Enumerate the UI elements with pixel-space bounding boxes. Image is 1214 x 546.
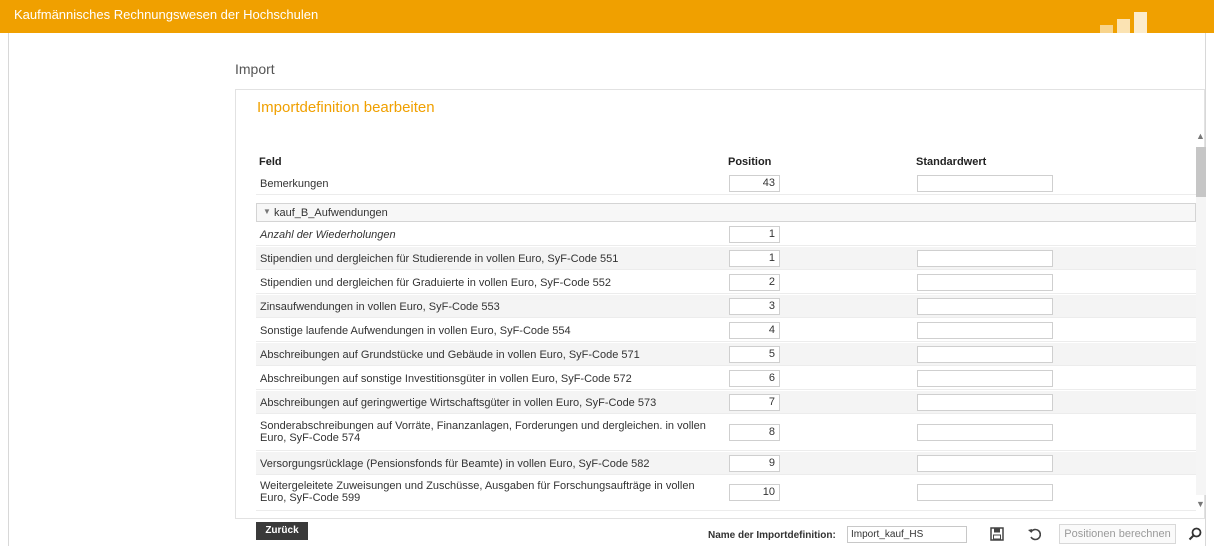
- row-label: Bemerkungen: [260, 178, 329, 190]
- position-input[interactable]: 8: [729, 424, 780, 441]
- import-name-label: Name der Importdefinition:: [708, 530, 836, 541]
- table-row: Abschreibungen auf Grundstücke und Gebäu…: [256, 343, 1196, 366]
- position-input[interactable]: 3: [729, 298, 780, 315]
- table-row: Weitergeleitete Zuweisungen und Zuschüss…: [256, 476, 1196, 511]
- default-value-input[interactable]: [917, 298, 1053, 315]
- position-input[interactable]: 5: [729, 346, 780, 363]
- default-value-input[interactable]: [917, 175, 1053, 192]
- position-input[interactable]: 1: [729, 226, 780, 243]
- calculate-positions-button[interactable]: Positionen berechnen: [1059, 524, 1176, 544]
- group-toggle[interactable]: ▼ kauf_B_Aufwendungen: [256, 203, 1196, 222]
- logo-icon: [1100, 12, 1160, 33]
- breadcrumb: Import: [235, 61, 275, 77]
- table-row: Stipendien und dergleichen für Graduiert…: [256, 271, 1196, 294]
- vertical-scrollbar[interactable]: ▲ ▼: [1196, 131, 1206, 509]
- field-grid: Feld Position Standardwert Bemerkungen 4…: [255, 153, 1197, 511]
- caret-down-icon: ▼: [263, 207, 271, 216]
- row-label: Sonstige laufende Aufwendungen in vollen…: [260, 325, 571, 337]
- left-divider: [8, 33, 9, 546]
- row-label: Abschreibungen auf sonstige Investitions…: [260, 373, 632, 385]
- import-definition-panel: Importdefinition bearbeiten Feld Positio…: [235, 89, 1206, 519]
- table-row: Stipendien und dergleichen für Studieren…: [256, 247, 1196, 270]
- table-row-bemerkungen: Bemerkungen 43: [256, 172, 1196, 195]
- row-label: Abschreibungen auf Grundstücke und Gebäu…: [260, 349, 640, 361]
- scrollbar-track[interactable]: [1196, 147, 1206, 495]
- app-header: Kaufmännisches Rechnungswesen der Hochsc…: [0, 0, 1214, 33]
- column-header-position: Position: [728, 156, 772, 168]
- row-label: Stipendien und dergleichen für Studieren…: [260, 253, 619, 265]
- scrollbar-thumb[interactable]: [1196, 147, 1206, 197]
- row-label: Sonderabschreibungen auf Vorräte, Finanz…: [260, 420, 706, 444]
- default-value-input[interactable]: [917, 424, 1053, 441]
- position-input[interactable]: 2: [729, 274, 780, 291]
- table-row: Sonstige laufende Aufwendungen in vollen…: [256, 319, 1196, 342]
- table-row: Abschreibungen auf geringwertige Wirtsch…: [256, 391, 1196, 414]
- default-value-input[interactable]: [917, 455, 1053, 472]
- position-input[interactable]: 10: [729, 484, 780, 501]
- grid-header: Feld Position Standardwert: [255, 153, 1197, 171]
- position-input[interactable]: 4: [729, 322, 780, 339]
- table-row: Abschreibungen auf sonstige Investitions…: [256, 367, 1196, 390]
- default-value-input[interactable]: [917, 394, 1053, 411]
- table-row-repetitions: Anzahl der Wiederholungen 1: [256, 223, 1196, 246]
- position-input[interactable]: 7: [729, 394, 780, 411]
- row-label: Anzahl der Wiederholungen: [260, 229, 396, 241]
- default-value-input[interactable]: [917, 274, 1053, 291]
- app-title: Kaufmännisches Rechnungswesen der Hochsc…: [14, 7, 319, 22]
- default-value-input[interactable]: [917, 346, 1053, 363]
- row-label: Abschreibungen auf geringwertige Wirtsch…: [260, 397, 657, 409]
- row-label: Stipendien und dergleichen für Graduiert…: [260, 277, 611, 289]
- default-value-input[interactable]: [917, 370, 1053, 387]
- row-label: Weitergeleitete Zuweisungen und Zuschüss…: [260, 480, 695, 504]
- position-input[interactable]: 6: [729, 370, 780, 387]
- column-header-field: Feld: [259, 156, 282, 168]
- chevron-up-icon[interactable]: ▲: [1196, 131, 1205, 141]
- position-input[interactable]: 9: [729, 455, 780, 472]
- import-name-input[interactable]: [847, 526, 967, 543]
- default-value-input[interactable]: [917, 322, 1053, 339]
- row-label: Versorgungsrücklage (Pensionsfonds für B…: [260, 458, 650, 470]
- position-input[interactable]: 43: [729, 175, 780, 192]
- group-label: kauf_B_Aufwendungen: [274, 207, 388, 219]
- back-button[interactable]: Zurück: [256, 522, 308, 540]
- panel-title: Importdefinition bearbeiten: [257, 99, 435, 116]
- search-icon[interactable]: [1186, 524, 1204, 544]
- table-row: Versorgungsrücklage (Pensionsfonds für B…: [256, 452, 1196, 475]
- default-value-input[interactable]: [917, 484, 1053, 501]
- row-label: Zinsaufwendungen in vollen Euro, SyF-Cod…: [260, 301, 500, 313]
- undo-icon[interactable]: [1025, 524, 1043, 544]
- column-header-default: Standardwert: [916, 156, 987, 168]
- default-value-input[interactable]: [917, 250, 1053, 267]
- position-input[interactable]: 1: [729, 250, 780, 267]
- table-row: Zinsaufwendungen in vollen Euro, SyF-Cod…: [256, 295, 1196, 318]
- save-icon[interactable]: [988, 524, 1006, 544]
- table-row: Sonderabschreibungen auf Vorräte, Finanz…: [256, 415, 1196, 451]
- chevron-down-icon[interactable]: ▼: [1196, 499, 1205, 509]
